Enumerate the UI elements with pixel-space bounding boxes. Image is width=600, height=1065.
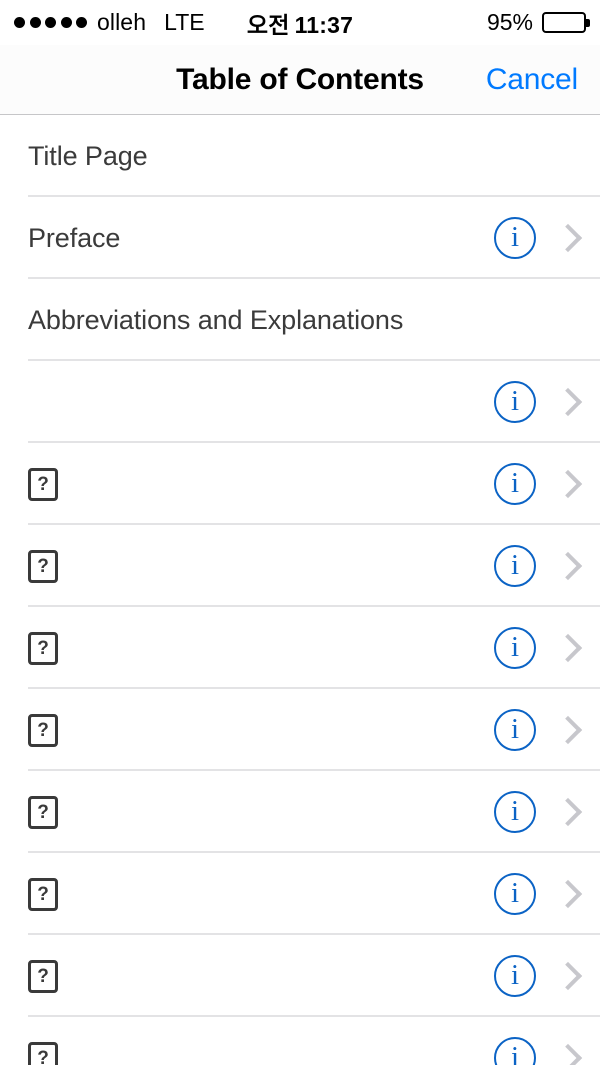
clock-ampm-label: 오전: [246, 11, 290, 38]
chevron-right-icon[interactable]: [558, 962, 574, 990]
status-bar: olleh LTE 오전 11:37 95%: [0, 0, 600, 45]
info-icon[interactable]: i: [494, 873, 536, 915]
row-accessories: i: [494, 955, 578, 997]
info-icon[interactable]: i: [494, 791, 536, 833]
info-icon-glyph: i: [510, 548, 520, 581]
row-accessories: i: [494, 873, 578, 915]
info-icon[interactable]: i: [494, 627, 536, 669]
table-of-contents-list[interactable]: Title Page Preface i Abbreviations and Expl…: [0, 115, 600, 1065]
info-icon[interactable]: i: [494, 217, 536, 259]
missing-glyph-icon: ?: [28, 1041, 58, 1065]
row-accessories: i: [494, 1037, 578, 1065]
row-accessories: i: [494, 217, 578, 259]
chevron-right-icon[interactable]: [558, 388, 574, 416]
info-icon[interactable]: i: [494, 545, 536, 587]
row-accessories: i: [494, 627, 578, 669]
info-icon-glyph: i: [510, 630, 520, 663]
table-of-contents-row-label: Preface: [28, 222, 121, 253]
signal-dot: [76, 17, 87, 28]
info-icon-glyph: i: [510, 466, 520, 499]
chevron-right-icon[interactable]: [558, 552, 574, 580]
clock-time-label: 11:37: [294, 11, 354, 38]
info-icon[interactable]: i: [494, 463, 536, 505]
signal-dot: [60, 17, 72, 28]
status-bar-left: olleh LTE: [14, 9, 205, 36]
navigation-bar: Table of Contents Cancel: [0, 45, 600, 115]
info-icon-glyph: i: [510, 958, 520, 991]
row-accessories: i: [494, 381, 578, 423]
cancel-button[interactable]: Cancel: [486, 63, 578, 97]
table-of-contents-row[interactable]: ? i: [0, 853, 600, 935]
table-of-contents-row[interactable]: ? i: [0, 1017, 600, 1065]
info-icon-glyph: i: [510, 1040, 520, 1065]
missing-glyph-icon: ?: [28, 877, 58, 911]
row-accessories: i: [494, 463, 578, 505]
signal-strength-icon: [14, 17, 87, 28]
chevron-right-icon[interactable]: [558, 1044, 574, 1065]
table-of-contents-row[interactable]: Title Page: [0, 115, 600, 197]
network-type-label: LTE: [164, 9, 205, 35]
info-icon-glyph: i: [510, 876, 520, 909]
info-icon[interactable]: i: [494, 1037, 536, 1065]
chevron-right-icon[interactable]: [558, 634, 574, 662]
signal-dot: [45, 17, 56, 28]
table-of-contents-row-label: Abbreviations and Explanations: [28, 304, 404, 335]
phone-screen: olleh LTE 오전 11:37 95% Table of Contents …: [0, 0, 600, 1065]
info-icon-glyph: i: [510, 384, 520, 417]
table-of-contents-row-label: Title Page: [28, 140, 148, 171]
chevron-right-icon[interactable]: [558, 716, 574, 744]
table-of-contents-row[interactable]: ? i: [0, 689, 600, 771]
info-icon[interactable]: i: [494, 381, 536, 423]
table-of-contents-row[interactable]: ? i: [0, 771, 600, 853]
info-icon-glyph: i: [510, 794, 520, 827]
table-of-contents-row[interactable]: Preface i: [0, 197, 600, 279]
chevron-right-icon[interactable]: [558, 880, 574, 908]
missing-glyph-icon: ?: [28, 549, 58, 583]
clock: 오전 11:37: [247, 6, 353, 40]
table-of-contents-row[interactable]: ? i: [0, 443, 600, 525]
table-of-contents-row[interactable]: ? i: [0, 935, 600, 1017]
signal-dot: [29, 17, 41, 28]
status-bar-right: 95%: [487, 9, 586, 36]
missing-glyph-icon: ?: [28, 795, 58, 829]
info-icon-glyph: i: [510, 712, 520, 745]
table-of-contents-row[interactable]: Abbreviations and Explanations: [0, 279, 600, 361]
battery-percent-label: 95%: [486, 9, 533, 35]
battery-icon: [542, 12, 586, 33]
chevron-right-icon[interactable]: [558, 470, 574, 498]
row-accessories: i: [494, 791, 578, 833]
table-of-contents-row[interactable]: i: [0, 361, 600, 443]
table-of-contents-row[interactable]: ? i: [0, 525, 600, 607]
info-icon-glyph: i: [510, 220, 520, 253]
row-accessories: i: [494, 545, 578, 587]
table-of-contents-row[interactable]: ? i: [0, 607, 600, 689]
info-icon[interactable]: i: [494, 955, 536, 997]
signal-dot: [14, 17, 25, 28]
missing-glyph-icon: ?: [28, 713, 58, 747]
info-icon[interactable]: i: [494, 709, 536, 751]
chevron-right-icon[interactable]: [558, 798, 574, 826]
missing-glyph-icon: ?: [28, 631, 58, 665]
chevron-right-icon[interactable]: [558, 224, 574, 252]
row-accessories: i: [494, 709, 578, 751]
carrier-label: olleh: [97, 9, 147, 35]
missing-glyph-icon: ?: [28, 467, 58, 501]
missing-glyph-icon: ?: [28, 959, 58, 993]
